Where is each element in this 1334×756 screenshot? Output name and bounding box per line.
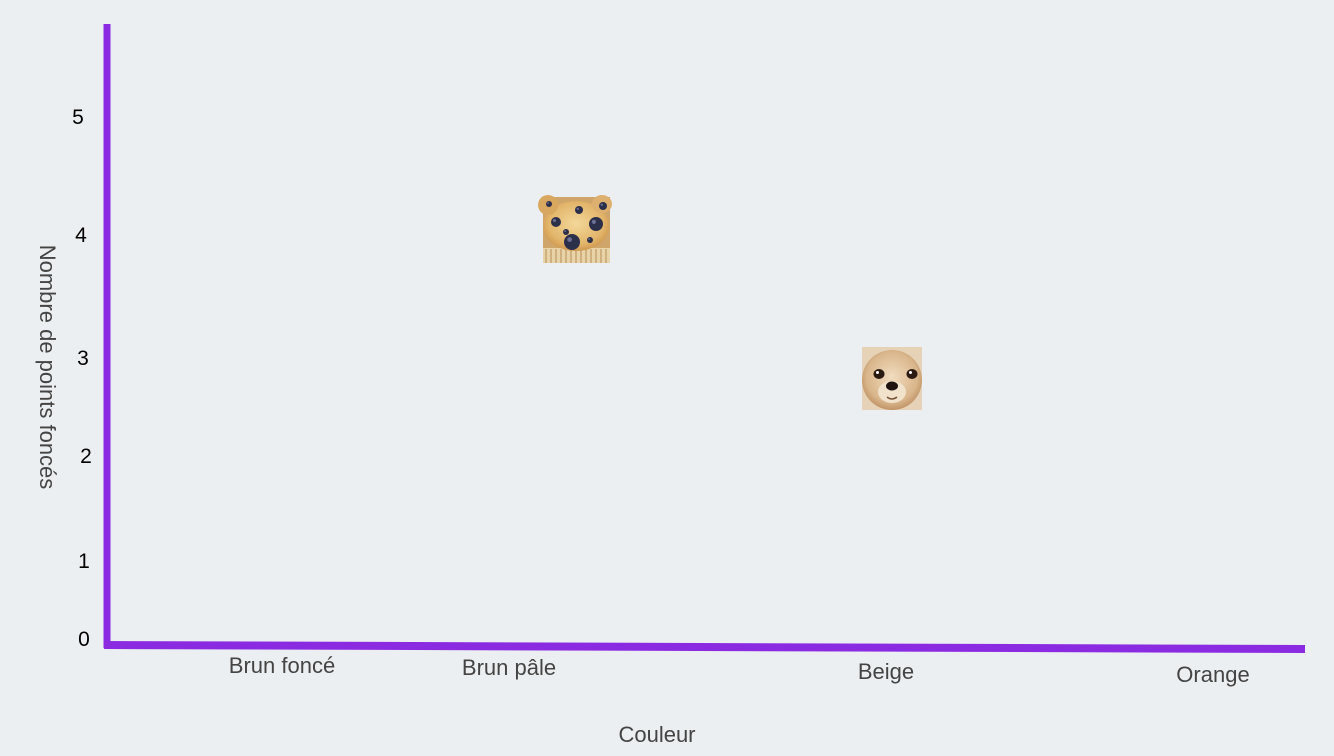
blueberry-muffin-icon [538,195,612,263]
chart: 0 1 2 3 4 5 Brun foncé Brun pâle Beige Orange No… [35,24,1306,747]
y-tick-label: 5 [72,106,84,129]
y-tick-label: 4 [75,224,87,247]
x-tick-label: Brun pâle [462,655,556,680]
x-tick-label: Orange [1176,662,1249,687]
x-axis-title: Couleur [618,722,695,747]
y-tick-label: 0 [78,628,90,651]
x-axis [103,641,1306,653]
y-tick-label: 3 [77,347,89,370]
x-tick-label: Brun foncé [229,653,335,678]
chihuahua-face-icon [862,347,922,410]
y-tick-label: 2 [80,445,92,468]
y-tick-label: 1 [78,550,90,573]
y-axis-title: Nombre de points foncés [35,245,60,490]
x-tick-label: Beige [858,659,914,684]
